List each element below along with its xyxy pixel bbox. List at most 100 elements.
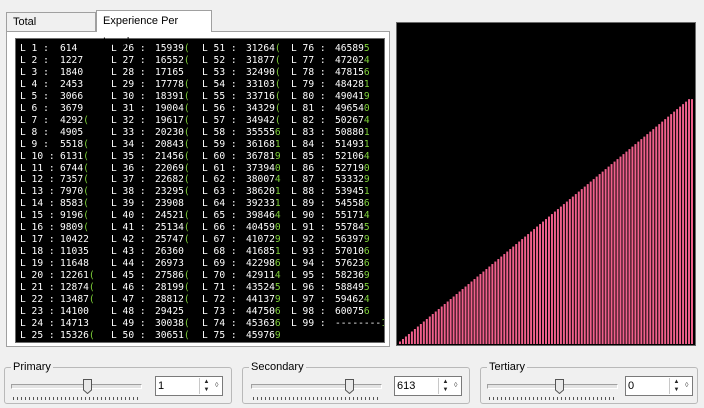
- chart-bar: [476, 276, 479, 344]
- secondary-slider[interactable]: [249, 378, 384, 400]
- tertiary-value[interactable]: 0: [628, 379, 634, 393]
- level-value-overflow: 4: [363, 294, 370, 306]
- level-value: 11648: [60, 258, 89, 270]
- level-label: L 18 :: [20, 246, 55, 258]
- tertiary-spin-down-icon[interactable]: ▼: [670, 386, 683, 394]
- level-value-overflow: (: [83, 186, 89, 198]
- primary-spinbox[interactable]: 1 ▲ ▼ ◊: [155, 376, 223, 396]
- primary-spin-extra-icon[interactable]: ◊: [215, 381, 221, 390]
- level-value-overflow: (: [274, 78, 281, 90]
- level-label: L 86 :: [291, 162, 326, 174]
- secondary-spinbox[interactable]: 613 ▲ ▼ ◊: [394, 376, 462, 396]
- level-label: L 61 :: [202, 162, 237, 174]
- level-column: L 26 :15939(L 27 :16552(L 28 :17165L 29 …: [111, 43, 190, 342]
- chart-bar: [437, 309, 440, 344]
- level-row: L 10 : 6131(: [20, 151, 95, 163]
- level-value-overflow: (: [183, 43, 190, 54]
- primary-slider-thumb[interactable]: [83, 379, 92, 394]
- level-value: 57623: [335, 258, 364, 270]
- level-value: 53945: [335, 186, 364, 198]
- level-value-overflow: 9: [363, 90, 370, 102]
- secondary-value[interactable]: 613: [397, 379, 415, 393]
- level-label: L 91 :: [291, 222, 326, 234]
- chart-bar: [658, 124, 661, 345]
- secondary-spin-extra-icon[interactable]: ◊: [454, 381, 460, 390]
- tertiary-spinbox[interactable]: 0 ▲ ▼ ◊: [625, 376, 693, 396]
- primary-spin-up-icon[interactable]: ▲: [200, 378, 213, 386]
- level-value-overflow: (: [183, 78, 190, 90]
- level-value-overflow: (: [83, 150, 89, 162]
- level-row: L 30 : 18391(: [111, 91, 190, 103]
- level-row: L 84 : 514931: [291, 139, 384, 151]
- level-label: L 43 :: [111, 246, 146, 258]
- tab-experience-per-level[interactable]: Experience Per Level: [96, 10, 212, 48]
- tab-total-experience[interactable]: Total Experience: [6, 12, 96, 47]
- level-value: 28199: [155, 282, 184, 294]
- tertiary-spin-extra-icon[interactable]: ◊: [685, 381, 691, 390]
- level-label: L 64 :: [202, 198, 237, 210]
- secondary-spin-up-icon[interactable]: ▲: [439, 378, 452, 386]
- level-value: 7970: [60, 186, 84, 198]
- level-value: 41072: [246, 234, 275, 246]
- level-value-overflow: 4: [363, 150, 370, 162]
- level-label: L 33 :: [111, 126, 146, 138]
- chart-bar: [488, 266, 491, 344]
- chart-bar: [574, 194, 577, 344]
- chart-bar: [643, 136, 646, 344]
- level-value: 20843: [155, 138, 184, 150]
- level-value-overflow: (: [183, 282, 190, 294]
- chart-bar: [640, 139, 643, 344]
- chart-bar: [676, 109, 679, 344]
- level-label: L 19 :: [20, 258, 55, 270]
- level-value: 18391: [155, 90, 184, 102]
- level-label: L 14 :: [20, 198, 55, 210]
- level-value: --------: [335, 317, 382, 329]
- level-row: L 12 : 7357(: [20, 174, 95, 186]
- chart-bar: [527, 234, 530, 344]
- level-row: L 23 : 14100: [20, 306, 95, 318]
- level-label: L 2 :: [20, 54, 49, 66]
- level-label: L 29 :: [111, 78, 146, 90]
- level-row: L 79 : 484281: [291, 79, 384, 91]
- level-label: L 93 :: [291, 246, 326, 258]
- secondary-spin-down-icon[interactable]: ▼: [439, 386, 452, 394]
- level-value-overflow: (: [88, 294, 95, 306]
- primary-slider[interactable]: [9, 378, 144, 400]
- level-value-overflow: (: [274, 90, 281, 102]
- chart-bar: [616, 159, 619, 344]
- chart-bar: [503, 254, 506, 344]
- level-value: 44137: [246, 294, 275, 306]
- level-row: L 75 : 459769: [202, 330, 281, 342]
- level-label: L 53 :: [202, 66, 237, 78]
- chart-bar: [399, 341, 401, 344]
- primary-spin-down-icon[interactable]: ▼: [200, 386, 213, 394]
- chart-bar: [682, 104, 685, 344]
- tertiary-spin-up-icon[interactable]: ▲: [670, 378, 683, 386]
- experience-level-list[interactable]: L 1 :614 L 2 :1227 L 3 :1840 L 4 :2453 L 5 :…: [15, 38, 385, 343]
- level-value-overflow: 4: [363, 210, 370, 222]
- chart-bar: [547, 216, 550, 344]
- chart-bar: [670, 114, 673, 344]
- chart-bar: [407, 334, 410, 344]
- level-value-overflow: 6: [363, 305, 370, 317]
- level-label: L 44 :: [111, 258, 146, 270]
- level-value: 34942: [246, 114, 275, 126]
- level-value: 2453: [60, 78, 84, 90]
- tertiary-group-title: Tertiary: [487, 360, 528, 374]
- level-label: L 4 :: [20, 78, 49, 90]
- level-row: L 48 : 29425: [111, 306, 190, 318]
- level-label: L 39 :: [111, 198, 146, 210]
- tertiary-slider-thumb[interactable]: [555, 379, 564, 394]
- primary-group-title: Primary: [11, 360, 53, 374]
- chart-bar: [425, 319, 428, 344]
- secondary-slider-thumb[interactable]: [345, 379, 354, 394]
- level-label: L 77 :: [291, 54, 326, 66]
- level-value: 49041: [335, 90, 364, 102]
- level-row: L 54 : 33103(: [202, 79, 281, 91]
- chart-bar: [577, 191, 580, 344]
- level-column: L 1 :614 L 2 :1227 L 3 :1840 L 4 :2453 L 5 :…: [20, 43, 95, 342]
- level-value-overflow: 1: [363, 186, 370, 198]
- tertiary-slider[interactable]: [485, 378, 620, 400]
- primary-value[interactable]: 1: [158, 379, 164, 393]
- secondary-group: Secondary 613 ▲ ▼ ◊: [242, 360, 470, 404]
